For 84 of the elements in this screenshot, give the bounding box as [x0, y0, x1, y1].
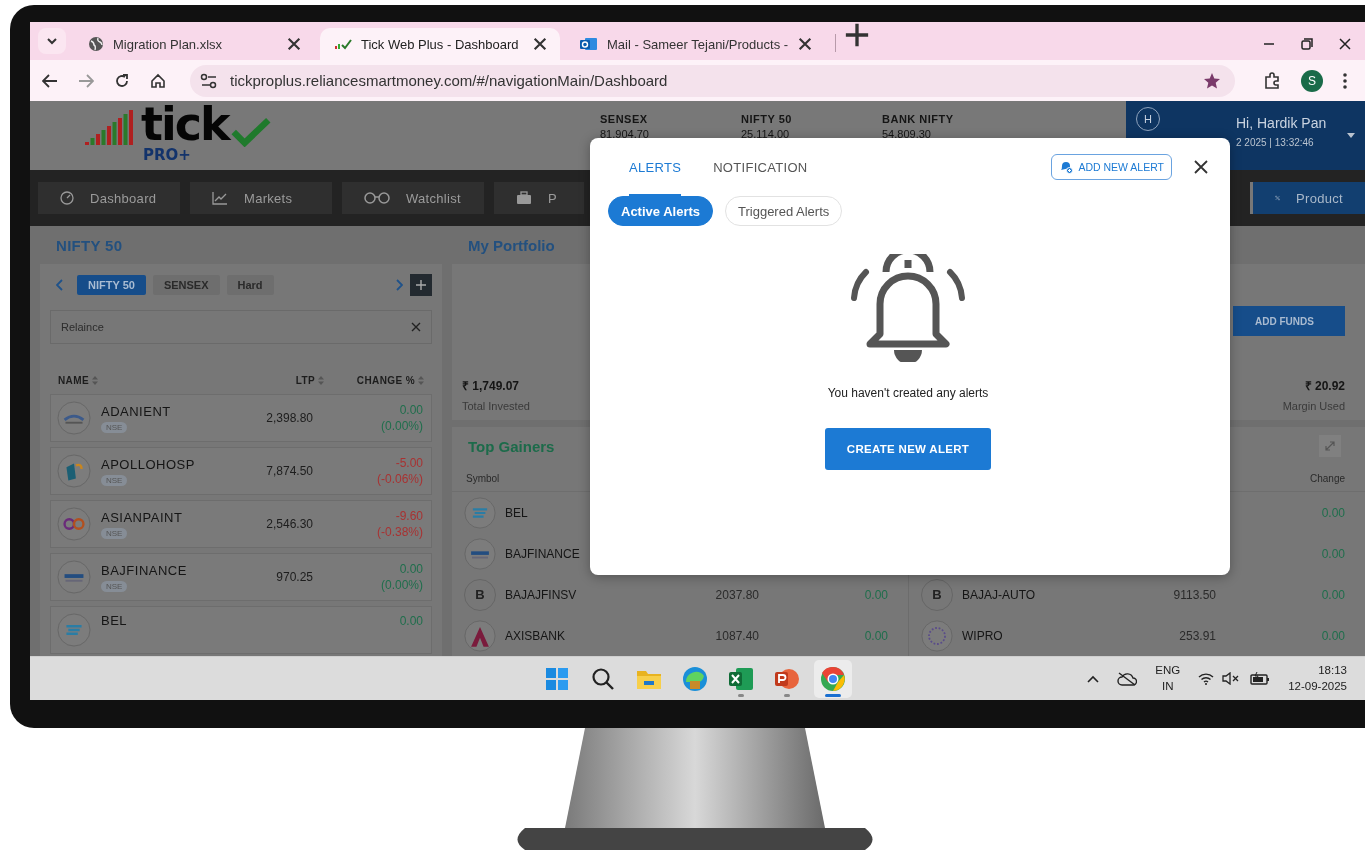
change-text: 0.00 (0.00%) — [379, 560, 423, 594]
filter-chip[interactable]: Active Alerts — [608, 196, 713, 226]
logo-subtitle: PRO+ — [143, 146, 191, 164]
index-value: 81,904.70 — [600, 128, 650, 140]
panel-title: NIFTY 50 — [55, 235, 124, 256]
price-text: 7,874.50 — [265, 464, 313, 478]
profile-avatar[interactable]: S — [1301, 69, 1323, 92]
exchange-tag: NSE — [101, 527, 128, 539]
column-header[interactable]: LTP — [234, 374, 324, 386]
add-alert-button[interactable]: ADD NEW ALERT — [1051, 154, 1172, 180]
login-timestamp: 2 2025 | 13:32:46 — [1236, 137, 1315, 148]
column-header: Symbol — [466, 472, 500, 484]
exchange-tag: NSE — [101, 421, 128, 433]
search-field[interactable]: Relaince — [50, 310, 432, 344]
filter-chip[interactable]: Triggered Alerts — [725, 196, 843, 226]
change-text: -9.60 (-0.38%) — [376, 507, 423, 541]
symbol-text: ASIANPAINT — [101, 509, 184, 525]
index-name: BANK NIFTY — [882, 113, 955, 125]
nav-item[interactable]: Dashboard — [38, 182, 180, 214]
exchange-tag: NSE — [101, 580, 128, 592]
index-name: SENSEX — [600, 113, 649, 125]
price-text: 1087.40 — [714, 628, 759, 643]
change-text: 0.00 — [863, 587, 888, 602]
panel-title: My Portfolio — [467, 235, 556, 256]
watchlist-row[interactable]: APOLLOHOSP NSE 7,874.50 -5.00 (-0.06%) — [50, 447, 432, 495]
watchlist-tab[interactable]: NIFTY 50 — [77, 275, 146, 295]
nav-item[interactable]: Markets — [190, 182, 332, 214]
empty-message: You haven't created any alerts — [827, 386, 989, 400]
create-alert-button[interactable]: CREATE NEW ALERT — [825, 428, 991, 470]
symbol-text: BEL — [505, 505, 529, 520]
symbol-text: WIPRO — [962, 628, 1004, 643]
index-name: NIFTY 50 — [741, 113, 793, 125]
symbol-text: BEL — [101, 613, 129, 628]
change-text: 0.00 — [863, 628, 888, 643]
watchlist-row[interactable]: ASIANPAINT NSE 2,546.30 -9.60 (-0.38%) — [50, 500, 432, 548]
price-text: 970.25 — [275, 570, 313, 584]
stat-value: ₹ 1,749.07 — [462, 378, 521, 394]
change-text: -5.00 (-0.06%) — [376, 454, 423, 488]
user-greeting: Hi, Hardik Pan — [1236, 115, 1328, 131]
symbol-text: ADANIENT — [101, 403, 172, 419]
change-text: 0.00 — [1320, 587, 1345, 602]
browser-tab[interactable]: Tick Web Plus - Dashboard — [320, 28, 560, 60]
symbol-text: AXISBANK — [505, 628, 567, 643]
panel-title: Top Gainers — [468, 437, 555, 455]
price-text: 2037.80 — [714, 587, 759, 602]
index-value: 25,114.00 — [741, 128, 791, 140]
symbol-text: BAJAJFINSV — [505, 587, 578, 602]
stat-value: ₹ 20.92 — [1304, 378, 1345, 394]
symbol-text: APOLLOHOSP — [101, 456, 196, 472]
language-indicator[interactable]: ENG IN — [1155, 663, 1181, 694]
browser-tab[interactable]: Mail - Sameer Tejani/Products - — [566, 28, 826, 60]
watchlist-tab[interactable]: Hard — [226, 275, 274, 295]
stat-label: Total Invested — [462, 400, 530, 412]
browser-tab[interactable]: Migration Plan.xlsx — [74, 28, 314, 60]
watchlist-tab[interactable]: SENSEX — [152, 275, 220, 295]
column-header[interactable]: NAME — [58, 374, 234, 386]
change-text: 0.00 — [1320, 628, 1345, 643]
change-text: 0.00 — [1320, 505, 1345, 520]
change-text: 0.00 — [398, 613, 423, 630]
symbol-text: BAJAJ-AUTO — [962, 587, 1037, 602]
column-header[interactable]: CHANGE % — [324, 374, 424, 386]
change-text: 0.00 — [1320, 546, 1345, 561]
nav-item[interactable]: Watchlist — [342, 182, 484, 214]
nav-item[interactable]: P — [494, 182, 584, 214]
nav-item[interactable]: Product — [1250, 182, 1365, 214]
price-text: 9113.50 — [1172, 587, 1216, 602]
watchlist-row[interactable]: ADANIENT NSE 2,398.80 0.00 (0.00%) — [50, 394, 432, 442]
price-text: 2,398.80 — [265, 411, 313, 425]
index-value: 54,809.30 — [882, 128, 932, 140]
change-text: 0.00 (0.00%) — [379, 401, 423, 435]
exchange-tag: NSE — [101, 474, 128, 486]
watchlist-row[interactable]: BEL 0.00 — [50, 606, 432, 654]
logo-wordmark: tick — [141, 103, 229, 147]
clock[interactable]: 18:13 12-09-2025 — [1288, 663, 1347, 694]
column-header: Change — [1309, 472, 1345, 484]
symbol-text: BAJFINANCE — [101, 562, 188, 578]
stat-label: Margin Used — [1282, 400, 1345, 412]
dialog-tab[interactable]: NOTIFICATION — [713, 138, 808, 196]
symbol-text: BAJFINANCE — [505, 546, 581, 561]
price-text: 253.91 — [1178, 628, 1216, 643]
address-bar[interactable]: tickproplus.reliancesmartmoney.com/#/navigationMain/Dashboard — [190, 64, 1235, 97]
price-text: 2,546.30 — [265, 517, 313, 531]
add-funds-button[interactable]: ADD FUNDS — [1233, 306, 1345, 336]
watchlist-row[interactable]: BAJFINANCE NSE 970.25 0.00 (0.00%) — [50, 553, 432, 601]
